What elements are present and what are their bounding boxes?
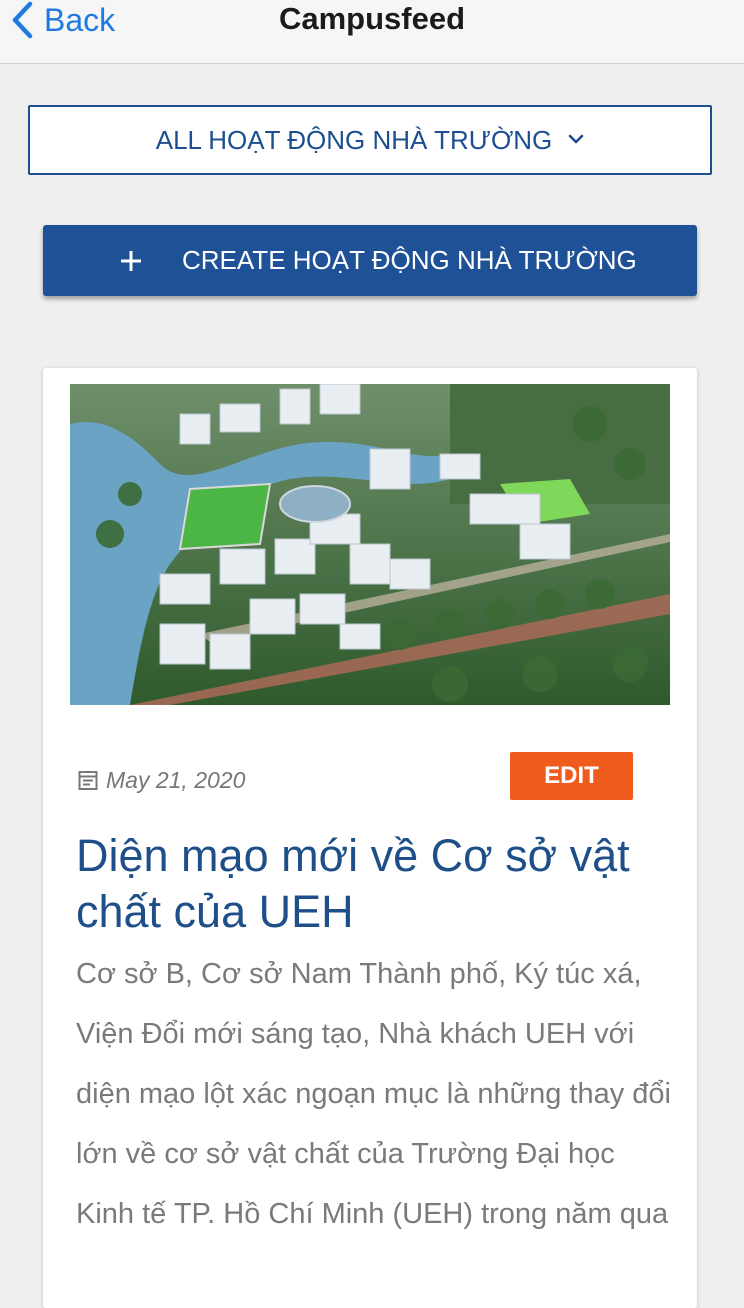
back-label: Back	[44, 1, 116, 38]
chevron-down-icon	[568, 134, 584, 144]
back-button[interactable]: Back	[10, 0, 115, 40]
post-date-row: May 21, 2020	[78, 765, 245, 795]
create-activity-button[interactable]: CREATE HOẠT ĐỘNG NHÀ TRƯỜNG	[43, 225, 697, 296]
edit-button[interactable]: EDIT	[510, 752, 633, 800]
chevron-left-icon	[12, 1, 33, 39]
filter-selected-label: ALL HOẠT ĐỘNG NHÀ TRƯỜNG	[155, 124, 553, 155]
navigation-bar: Back Campusfeed	[0, 0, 744, 64]
post-excerpt: Cơ sở B, Cơ sở Nam Thành phố, Ký túc xá,…	[76, 958, 671, 1230]
calendar-icon	[78, 771, 98, 790]
post-card[interactable]: May 21, 2020 EDIT Diện mạo mới về Cơ sở …	[43, 368, 697, 1308]
create-button-label: CREATE HOẠT ĐỘNG NHÀ TRƯỜNG	[182, 245, 637, 275]
activity-filter-dropdown[interactable]: ALL HOẠT ĐỘNG NHÀ TRƯỜNG	[28, 105, 712, 175]
post-date: May 21, 2020	[106, 766, 246, 793]
plus-icon	[121, 250, 141, 271]
post-title[interactable]: Diện mạo mới về Cơ sở vật chất của UEH	[76, 828, 666, 940]
campus-aerial-image	[70, 384, 670, 705]
post-image[interactable]	[70, 384, 670, 705]
